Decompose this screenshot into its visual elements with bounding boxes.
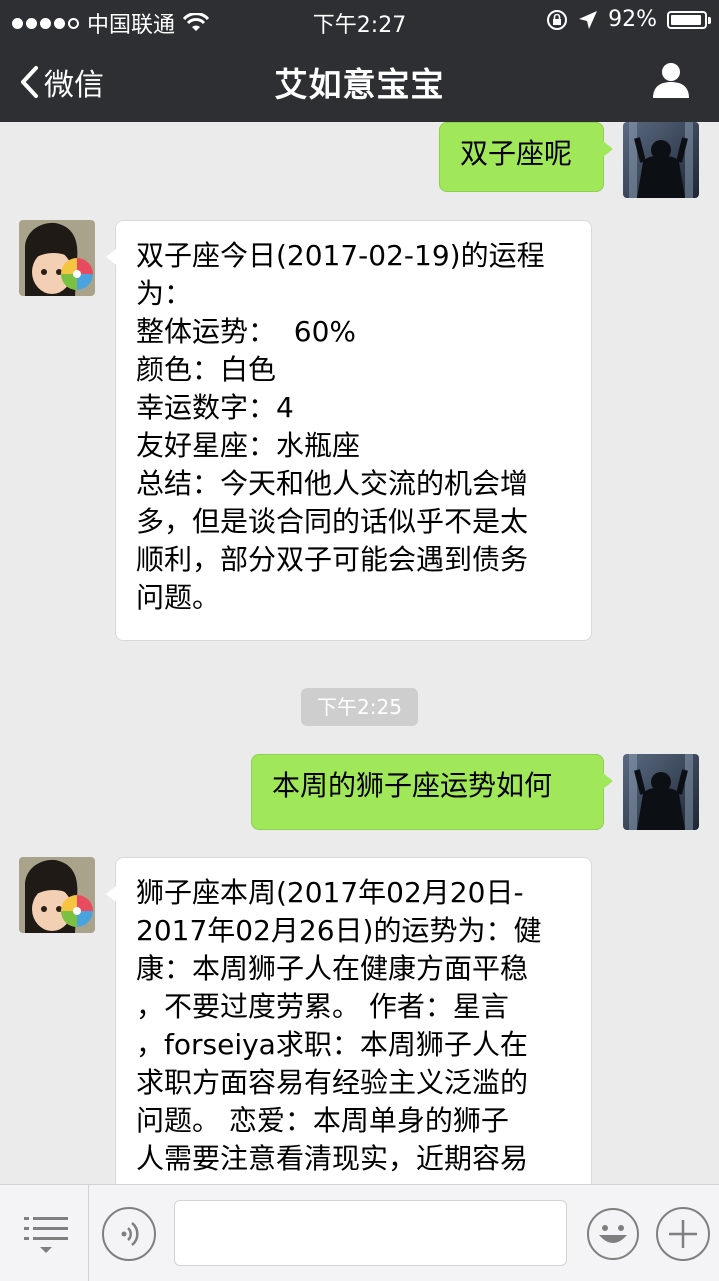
plus-button[interactable] bbox=[656, 1207, 710, 1261]
chat-area[interactable]: 双子座呢 双子座今日(2017-02-19)的运程 为： 整体运势： 60% 颜… bbox=[0, 122, 719, 1184]
battery-percent: 92% bbox=[608, 7, 657, 32]
menu-icon[interactable] bbox=[24, 1215, 68, 1255]
message-text: 本周的狮子座运势如何 bbox=[272, 769, 553, 802]
message-line: 双子座今日(2017-02-19)的运程 bbox=[136, 239, 545, 272]
bot-avatar[interactable] bbox=[19, 857, 95, 933]
message-line: 幸运数字：4 bbox=[136, 391, 294, 424]
message-bubble-received[interactable]: 狮子座本周(2017年02月20日- 2017年02月26日)的运势为：健 康：… bbox=[106, 857, 592, 1184]
message-line: 总结：今天和他人交流的机会增 bbox=[136, 467, 529, 500]
message-bubble-received[interactable]: 双子座今日(2017-02-19)的运程 为： 整体运势： 60% 颜色：白色 … bbox=[106, 220, 592, 641]
status-bar: 中国联通 下午2:27 92% bbox=[0, 0, 719, 40]
input-divider bbox=[88, 1185, 89, 1281]
my-avatar[interactable] bbox=[623, 754, 699, 830]
input-bar bbox=[0, 1184, 719, 1281]
message-line: 狮子座本周(2017年02月20日- bbox=[136, 876, 524, 909]
emoji-icon[interactable] bbox=[586, 1207, 640, 1261]
nav-bar: 微信 艾如意宝宝 bbox=[0, 40, 719, 122]
voice-icon bbox=[121, 1222, 139, 1246]
message-line: 人需要注意看清现实，近期容易 bbox=[136, 1142, 529, 1175]
message-line: 问题。 恋爱：本周单身的狮子 bbox=[136, 1104, 509, 1137]
message-line: ，forseiya求职：本周狮子人在 bbox=[136, 1028, 528, 1061]
message-line: 顺利，部分双子可能会遇到债务 bbox=[136, 543, 529, 576]
location-icon bbox=[579, 10, 598, 29]
message-line: 2017年02月26日)的运势为：健 bbox=[136, 914, 542, 947]
battery-icon bbox=[667, 10, 711, 29]
status-right: 92% bbox=[546, 7, 711, 32]
message-bubble-sent[interactable]: 双子座呢 bbox=[439, 122, 613, 192]
plus-icon bbox=[669, 1220, 697, 1248]
person-icon[interactable] bbox=[651, 60, 691, 100]
bot-avatar[interactable] bbox=[19, 220, 95, 296]
message-line: 颜色：白色 bbox=[136, 353, 277, 386]
voice-button[interactable] bbox=[102, 1207, 156, 1261]
message-line: 友好星座：水瓶座 bbox=[136, 429, 361, 462]
message-line: 多，但是谈合同的话似乎不是太 bbox=[136, 505, 529, 538]
message-line: 康：本周狮子人在健康方面平稳 bbox=[136, 952, 529, 985]
message-line: ，不要过度劳累。 作者：星言 bbox=[136, 990, 509, 1023]
timestamp-label: 下午2:25 bbox=[301, 688, 418, 726]
message-line: 整体运势： 60% bbox=[136, 315, 357, 348]
my-avatar[interactable] bbox=[623, 122, 699, 198]
message-input[interactable] bbox=[174, 1200, 567, 1266]
message-bubble-sent[interactable]: 本周的狮子座运势如何 bbox=[251, 754, 613, 830]
message-line: 为： bbox=[136, 277, 193, 310]
chat-title: 艾如意宝宝 bbox=[274, 65, 445, 104]
message-line: 求职方面容易有经验主义泛滥的 bbox=[136, 1066, 529, 1099]
message-line: 问题。 bbox=[136, 581, 221, 614]
message-text: 双子座呢 bbox=[460, 137, 573, 170]
rotation-lock-icon bbox=[547, 9, 568, 30]
